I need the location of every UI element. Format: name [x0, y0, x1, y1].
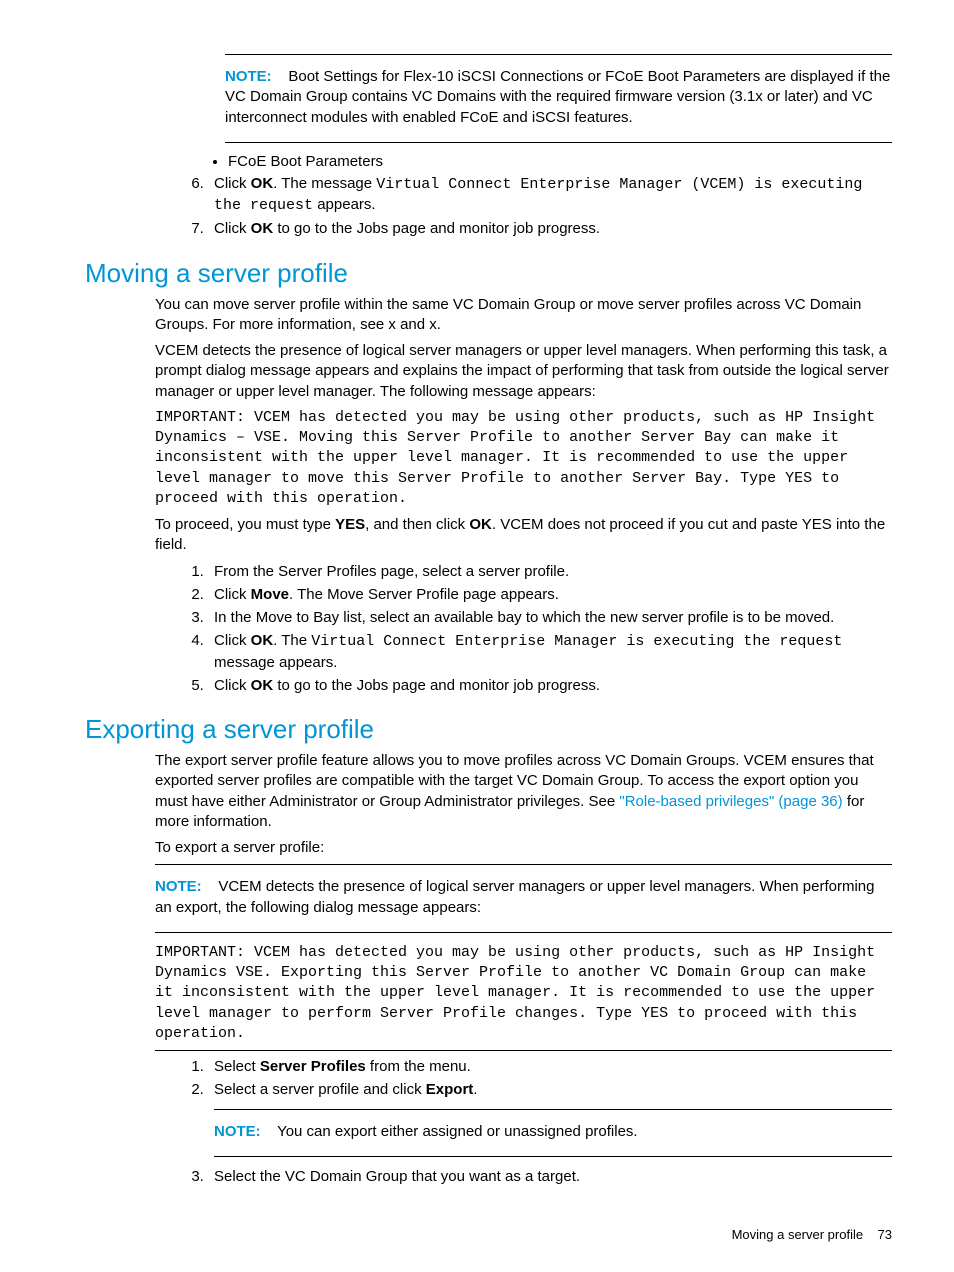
ok-label: OK: [251, 175, 274, 192]
note-box-inline: NOTE: You can export either assigned or …: [214, 1109, 892, 1157]
text: . The Move Server Profile page appears.: [289, 586, 559, 603]
page-footer: Moving a server profile 73: [85, 1227, 892, 1242]
server-profiles-label: Server Profiles: [260, 1058, 366, 1075]
text: . The: [273, 632, 311, 649]
heading-moving: Moving a server profile: [85, 258, 892, 289]
note-label: NOTE:: [214, 1123, 261, 1140]
export-label: Export: [426, 1081, 474, 1098]
text: To proceed, you must type: [155, 516, 335, 533]
step-2: Click Move. The Move Server Profile page…: [208, 585, 892, 605]
ok-label: OK: [469, 516, 492, 533]
note-box-top: NOTE: Boot Settings for Flex-10 iSCSI Co…: [225, 54, 892, 143]
step-6: Click OK. The message Virtual Connect En…: [208, 174, 892, 217]
paragraph: To export a server profile:: [155, 838, 892, 858]
text: . The message: [273, 175, 376, 192]
note-body: You can export either assigned or unassi…: [277, 1123, 638, 1140]
bullet-item: FCoE Boot Parameters: [228, 153, 892, 170]
paragraph: To proceed, you must type YES, and then …: [155, 515, 892, 556]
note-text: NOTE: VCEM detects the presence of logic…: [155, 877, 892, 918]
code-block: IMPORTANT: VCEM has detected you may be …: [155, 408, 892, 509]
text: to go to the Jobs page and monitor job p…: [273, 677, 600, 694]
step-1: Select Server Profiles from the menu.: [208, 1057, 892, 1077]
ok-label: OK: [251, 220, 274, 237]
step-3: Select the VC Domain Group that you want…: [208, 1167, 892, 1187]
note-text: NOTE: Boot Settings for Flex-10 iSCSI Co…: [225, 67, 892, 128]
text: Click: [214, 677, 251, 694]
footer-page: 73: [878, 1227, 892, 1242]
text: to go to the Jobs page and monitor job p…: [273, 220, 600, 237]
note-label: NOTE:: [225, 68, 272, 85]
text: Select a server profile and click: [214, 1081, 426, 1098]
text: , and then click: [365, 516, 469, 533]
moving-steps: From the Server Profiles page, select a …: [208, 562, 892, 697]
step-7: Click OK to go to the Jobs page and moni…: [208, 219, 892, 239]
text: Click: [214, 632, 251, 649]
step-5: Click OK to go to the Jobs page and moni…: [208, 676, 892, 696]
steps-continued: Click OK. The message Virtual Connect En…: [208, 174, 892, 240]
ok-label: OK: [251, 677, 274, 694]
code-block: IMPORTANT: VCEM has detected you may be …: [155, 943, 892, 1044]
move-label: Move: [251, 586, 289, 603]
text: message appears.: [214, 654, 337, 671]
text: Click: [214, 220, 251, 237]
footer-title: Moving a server profile: [732, 1227, 864, 1242]
paragraph: VCEM detects the presence of logical ser…: [155, 341, 892, 402]
note-text: NOTE: You can export either assigned or …: [214, 1122, 892, 1142]
bullet-list: FCoE Boot Parameters: [228, 153, 892, 170]
note-body: VCEM detects the presence of logical ser…: [155, 878, 875, 915]
step-1: From the Server Profiles page, select a …: [208, 562, 892, 582]
divider: [155, 1050, 892, 1051]
step-3: In the Move to Bay list, select an avail…: [208, 608, 892, 628]
note-label: NOTE:: [155, 878, 202, 895]
note-body: Boot Settings for Flex-10 iSCSI Connecti…: [225, 68, 890, 126]
code-text: Virtual Connect Enterprise Manager is ex…: [311, 633, 842, 650]
text: from the menu.: [366, 1058, 471, 1075]
step-4: Click OK. The Virtual Connect Enterprise…: [208, 631, 892, 673]
step-2: Select a server profile and click Export…: [208, 1080, 892, 1157]
yes-label: YES: [335, 516, 365, 533]
text: Select: [214, 1058, 260, 1075]
note-box-export: NOTE: VCEM detects the presence of logic…: [155, 864, 892, 933]
heading-exporting: Exporting a server profile: [85, 714, 892, 745]
paragraph: The export server profile feature allows…: [155, 751, 892, 832]
document-page: NOTE: Boot Settings for Flex-10 iSCSI Co…: [0, 0, 954, 1272]
paragraph: You can move server profile within the s…: [155, 295, 892, 336]
exporting-steps: Select Server Profiles from the menu. Se…: [208, 1057, 892, 1187]
ok-label: OK: [251, 632, 274, 649]
text: appears.: [313, 196, 376, 213]
text: Click: [214, 586, 251, 603]
exporting-body: The export server profile feature allows…: [155, 751, 892, 1051]
moving-body: You can move server profile within the s…: [155, 295, 892, 556]
role-based-link[interactable]: "Role-based privileges" (page 36): [619, 793, 842, 810]
text: .: [473, 1081, 477, 1098]
text: Click: [214, 175, 251, 192]
